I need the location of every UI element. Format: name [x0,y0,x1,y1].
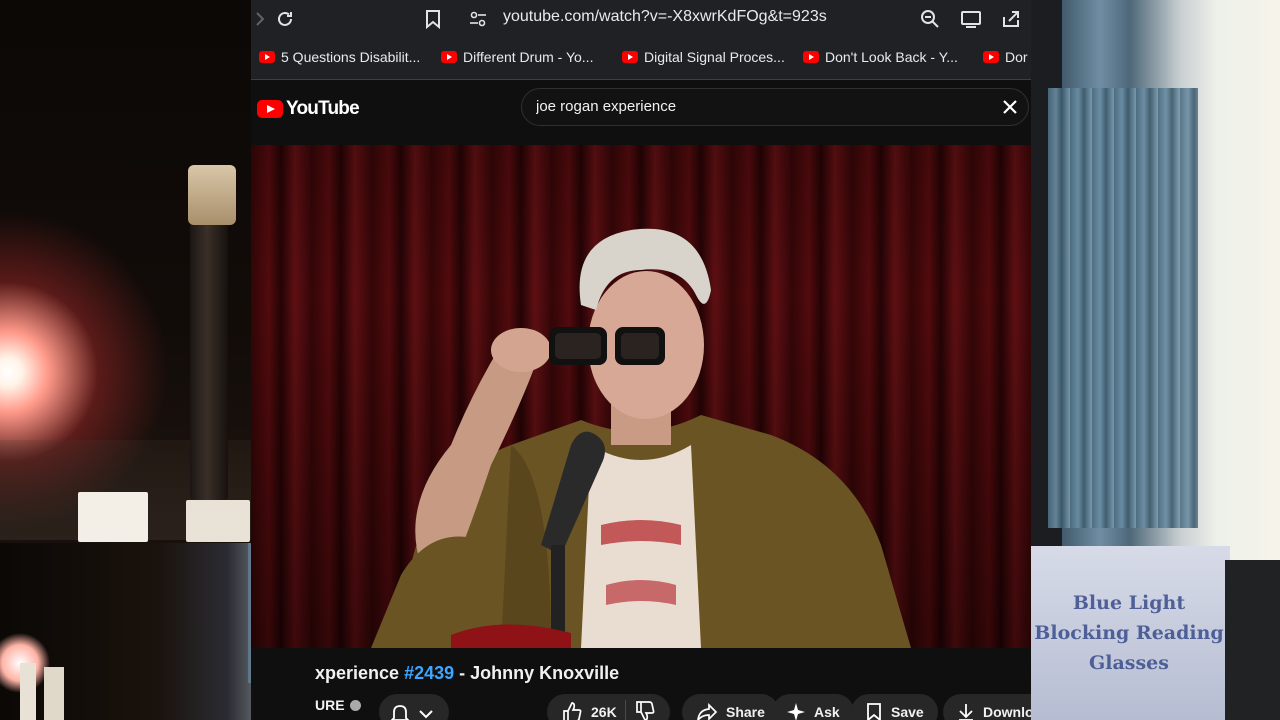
sparkle-icon [787,703,805,720]
inset-bottle-1 [20,663,36,720]
youtube-favicon-icon [622,51,638,63]
channel-name[interactable]: URE [315,697,361,713]
thumbs-up-icon [563,702,582,720]
youtube-play-icon [257,100,283,118]
video-title: xperience #2439 - Johnny Knoxville [315,663,619,684]
channel-name-text: URE [315,697,345,713]
bookmark-label: Don't Look Back - Y... [825,49,958,65]
share-label: Share [726,704,765,720]
zoom-icon[interactable] [917,6,943,32]
like-count: 26K [591,704,617,720]
browser-window: youtube.com/watch?v=-X8xwrKdFOg&t=923s 5… [251,0,1031,720]
site-settings-icon[interactable] [465,6,491,32]
subscribed-bell-button[interactable] [379,694,449,720]
bookmark-item[interactable]: Dor [983,49,1028,65]
share-icon[interactable] [998,6,1024,32]
like-button[interactable]: 26K [561,701,617,720]
save-label: Save [891,704,924,720]
download-icon [959,704,973,720]
video-title-suffix: - Johnny Knoxville [454,663,620,683]
url-text[interactable]: youtube.com/watch?v=-X8xwrKdFOg&t=923s [503,8,827,26]
search-input[interactable] [536,98,956,115]
bell-icon [389,702,411,720]
download-label: Downlo [983,704,1031,720]
bookmark-item[interactable]: Digital Signal Proces... [622,49,785,65]
like-divider [624,700,626,720]
youtube-favicon-icon [803,51,819,63]
episode-hashtag-link[interactable]: #2439 [404,663,454,683]
chevron-down-icon [419,706,433,720]
bookmark-item[interactable]: Different Drum - Yo... [441,49,593,65]
wine-bottle [190,200,228,500]
thumbs-down-icon [635,700,655,720]
bookmarks-bar: 5 Questions Disabilit... Different Drum … [251,38,1031,80]
youtube-header: YouTube [251,81,1031,145]
verified-icon [349,699,361,711]
youtube-favicon-icon [983,51,999,63]
curtain [1048,88,1198,528]
share-arrow-icon [697,702,718,720]
bookmark-label: 5 Questions Disabilit... [281,49,421,65]
forward-icon[interactable] [251,6,273,32]
download-button[interactable]: Downlo [943,694,1031,720]
bookmark-item[interactable]: 5 Questions Disabilit... [259,49,420,65]
bookmark-label: Digital Signal Proces... [644,49,785,65]
share-button[interactable]: Share [682,694,779,720]
bookmark-item[interactable]: Don't Look Back - Y... [803,49,958,65]
close-icon[interactable] [998,95,1022,119]
video-title-prefix: xperience [315,663,405,683]
lamp-light-1 [78,492,148,542]
search-box[interactable] [521,88,1029,126]
bookmark-label: Different Drum - Yo... [463,49,594,65]
youtube-favicon-icon [259,51,275,63]
video-player[interactable] [251,145,1031,648]
ask-label: Ask [814,704,840,720]
glasses-box-label: Blue Light Blocking Reading Glasses [1034,592,1224,674]
youtube-wordmark: YouTube [286,98,360,119]
webcam-feed-right: Blue Light Blocking Reading Glasses [1030,0,1280,720]
save-button[interactable]: Save [851,694,938,720]
install-icon[interactable] [958,6,984,32]
inset-bottle-2 [44,667,64,720]
like-dislike-group: 26K [547,694,670,720]
bottle-cork [188,165,236,225]
video-frame-image [251,145,1031,648]
address-bar: youtube.com/watch?v=-X8xwrKdFOg&t=923s [251,0,1031,38]
reload-icon[interactable] [272,6,298,32]
bookmark-label: Dor [1005,49,1028,65]
dislike-button[interactable] [634,700,656,720]
bookmark-icon[interactable] [420,6,446,32]
youtube-favicon-icon [441,51,457,63]
ask-button[interactable]: Ask [772,694,854,720]
youtube-logo[interactable]: YouTube [257,98,360,120]
black-object [1225,560,1280,720]
lamp-light-2 [186,500,250,542]
save-bookmark-icon [867,703,881,720]
